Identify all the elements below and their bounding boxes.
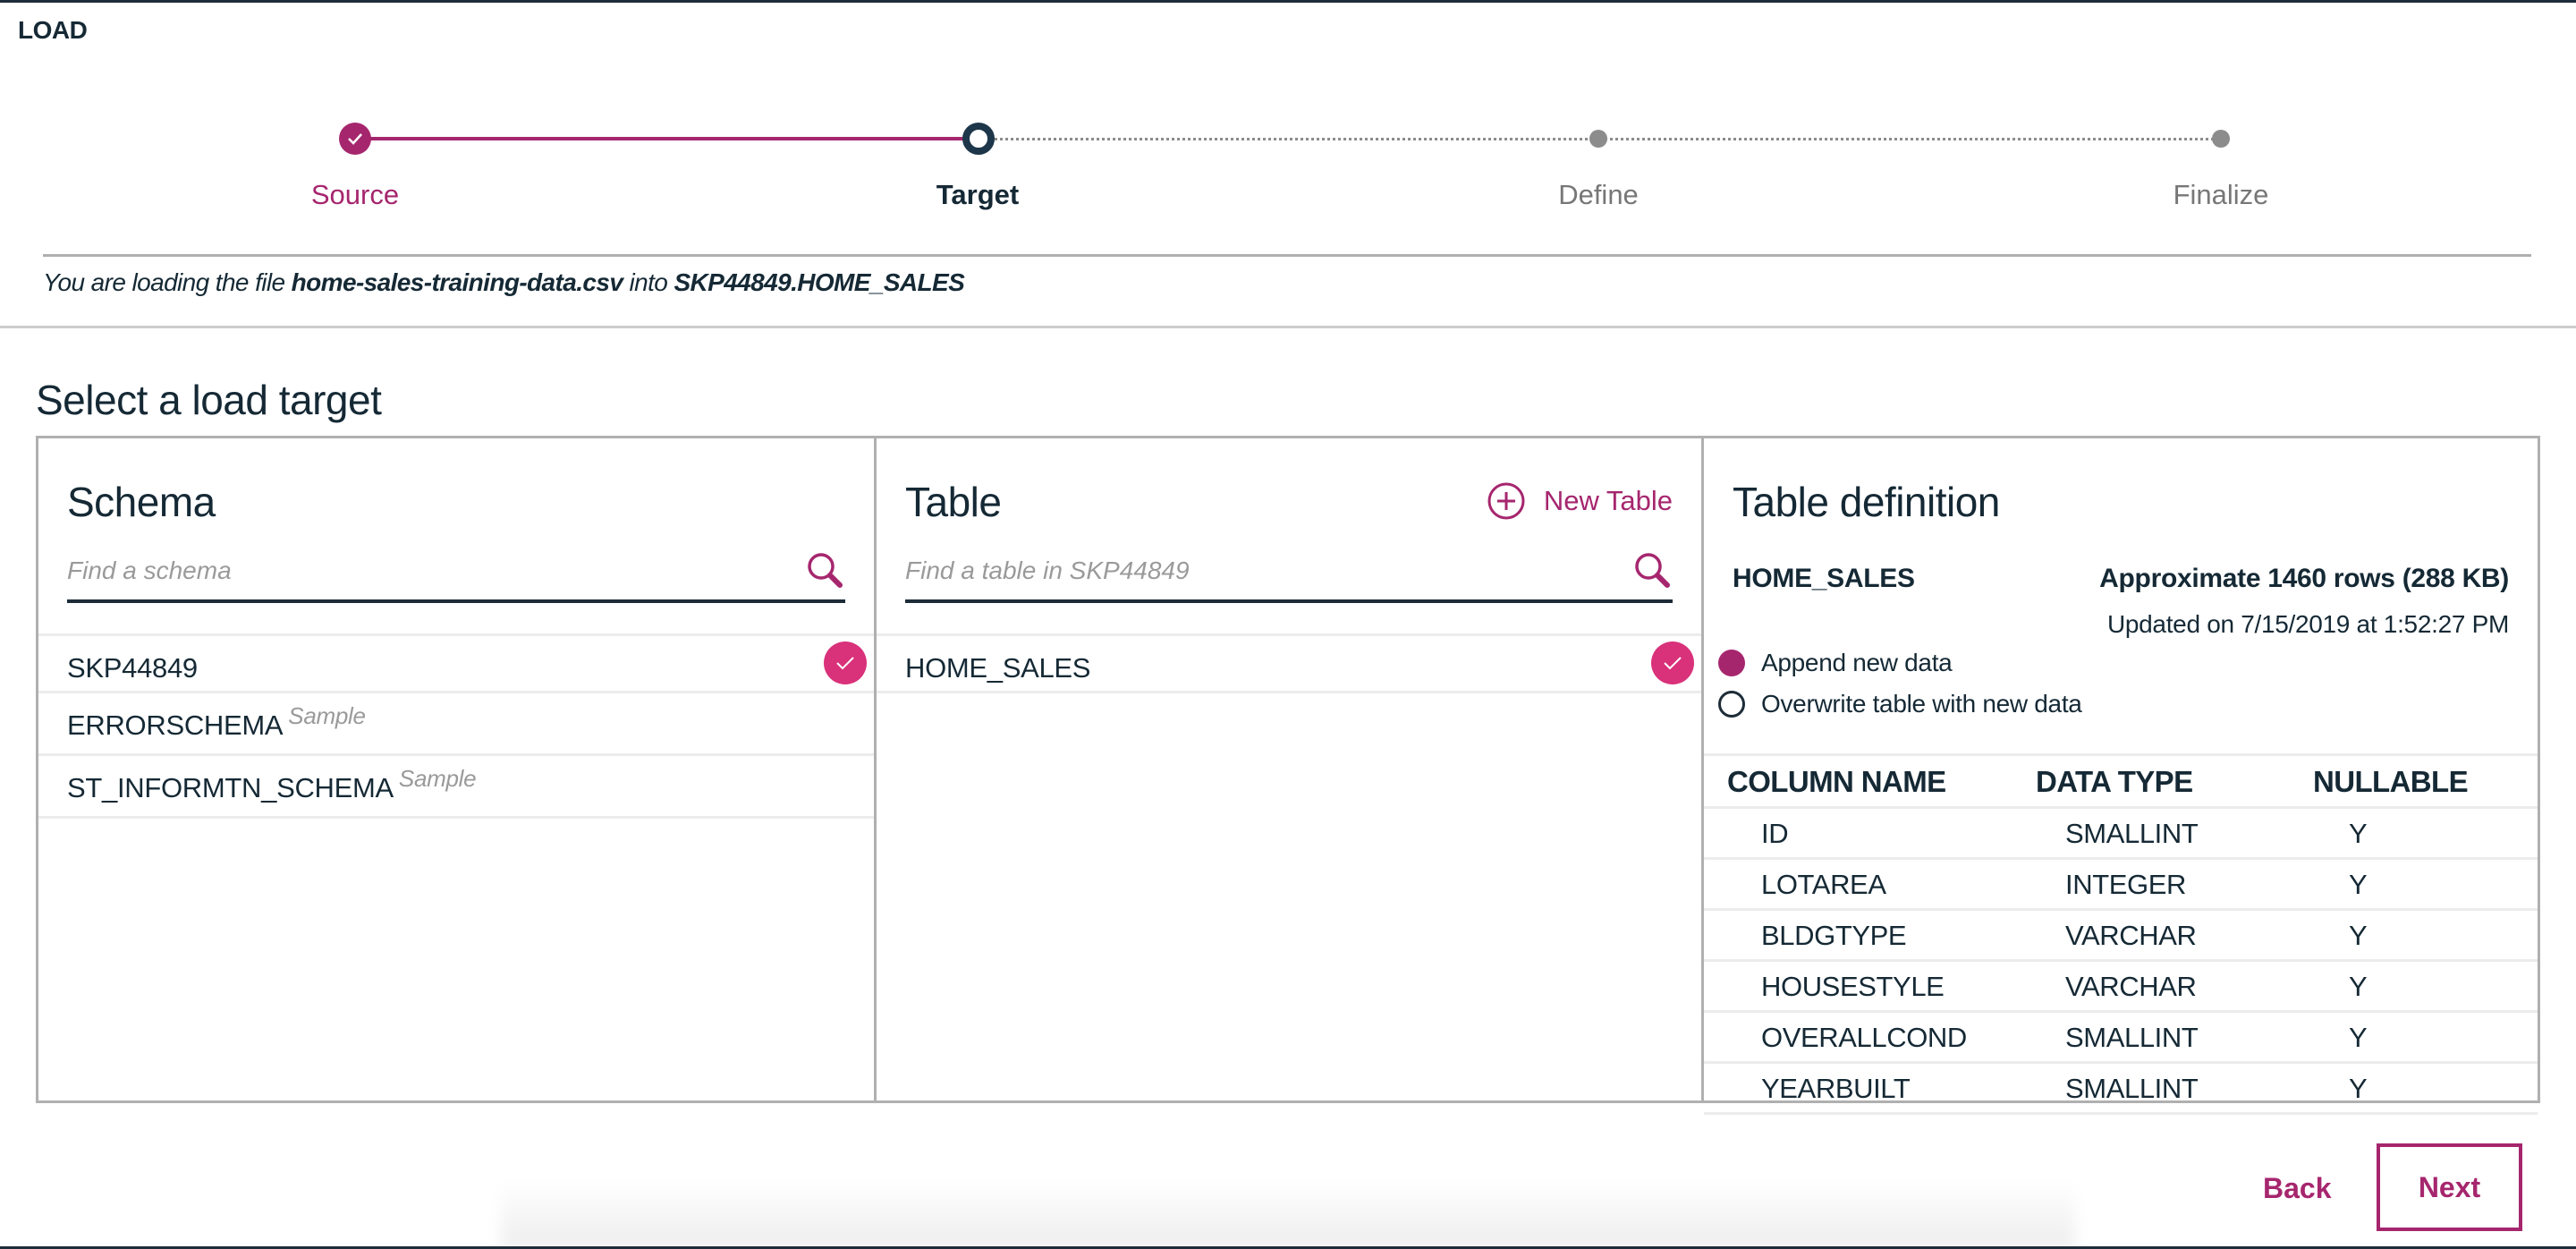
table-row: ID SMALLINT Y <box>1704 806 2538 857</box>
schema-list: SKP44849 ERRORSCHEMA Sample ST_INFORMTN_S… <box>38 633 874 819</box>
radio-unselected-icon <box>1718 691 1745 718</box>
schema-list-item[interactable]: SKP44849 <box>38 633 874 691</box>
new-table-label: New Table <box>1543 485 1673 516</box>
app-title: LOAD <box>18 16 88 44</box>
column-type: VARCHAR <box>2065 971 2197 1002</box>
column-type: SMALLINT <box>2065 818 2199 849</box>
table-search-input[interactable] <box>905 546 1581 596</box>
schema-search <box>67 546 845 603</box>
schema-list-item[interactable]: ERRORSCHEMA Sample <box>38 691 874 753</box>
column-nullable: Y <box>2349 1073 2368 1104</box>
table-panel: Table New Table HOME_SALES <box>877 438 1704 1100</box>
overwrite-data-label: Overwrite table with new data <box>1761 690 2082 718</box>
loading-file-name: home-sales-training-data.csv <box>291 268 623 296</box>
back-button[interactable]: Back <box>2263 1172 2332 1205</box>
step-target-current-icon <box>962 123 995 155</box>
table-row: BLDGTYPE VARCHAR Y <box>1704 908 2538 959</box>
header-column-name: COLUMN NAME <box>1727 765 1946 798</box>
column-name: ID <box>1761 818 1789 849</box>
header-data-type: DATA TYPE <box>2036 765 2193 798</box>
list-end-divider <box>877 691 1701 693</box>
definition-rows-info: Approximate 1460 rows (288 KB) <box>2099 564 2509 593</box>
overwrite-data-radio[interactable]: Overwrite table with new data <box>1718 690 2082 718</box>
divider <box>43 254 2531 257</box>
column-nullable: Y <box>2349 869 2368 900</box>
list-end-divider <box>1704 1112 2538 1115</box>
schema-name: SKP44849 <box>67 652 198 684</box>
section-title: Select a load target <box>36 377 382 423</box>
schema-list-item[interactable]: ST_INFORMTN_SCHEMA Sample <box>38 753 874 816</box>
table-search <box>905 546 1673 603</box>
column-type: SMALLINT <box>2065 1073 2199 1104</box>
step-finalize-label: Finalize <box>2173 179 2269 210</box>
table-name: HOME_SALES <box>905 652 1091 684</box>
table-panel-title: Table <box>905 479 1002 525</box>
radio-selected-icon <box>1718 650 1745 676</box>
column-nullable: Y <box>2349 920 2368 951</box>
next-button[interactable]: Next <box>2377 1143 2522 1231</box>
definition-table-name: HOME_SALES <box>1733 564 1915 593</box>
table-row: HOUSESTYLE VARCHAR Y <box>1704 959 2538 1010</box>
schema-name-wrap: ERRORSCHEMA Sample <box>67 702 366 742</box>
column-name: BLDGTYPE <box>1761 920 1907 951</box>
column-name: LOTAREA <box>1761 869 1886 900</box>
append-data-radio[interactable]: Append new data <box>1718 649 1953 677</box>
table-list: HOME_SALES <box>877 633 1701 693</box>
search-icon[interactable] <box>806 551 845 591</box>
table-definition-panel: Table definition HOME_SALES Approximate … <box>1704 438 2538 1115</box>
schema-name: ERRORSCHEMA <box>67 709 284 741</box>
loading-message-middle: into <box>623 268 674 296</box>
schema-name: ST_INFORMTN_SCHEMA <box>67 772 394 803</box>
header-nullable: NULLABLE <box>2313 765 2469 798</box>
schema-name-wrap: ST_INFORMTN_SCHEMA Sample <box>67 765 477 804</box>
step-source-complete-icon[interactable] <box>339 123 371 155</box>
divider <box>0 326 2576 328</box>
step-source-label[interactable]: Source <box>221 179 489 211</box>
schema-panel-title: Schema <box>67 479 216 525</box>
search-icon[interactable] <box>1633 551 1673 591</box>
step-target-label: Target <box>936 179 1020 210</box>
selected-check-icon <box>824 641 867 684</box>
step-finalize-upcoming-icon <box>2212 130 2230 148</box>
column-type: INTEGER <box>2065 869 2186 900</box>
column-nullable: Y <box>2349 1022 2368 1053</box>
definition-updated: Updated on 7/15/2019 at 1:52:27 PM <box>2106 610 2509 638</box>
checkmark-icon <box>348 133 362 145</box>
loading-message: You are loading the file home-sales-trai… <box>43 268 965 297</box>
column-type: SMALLINT <box>2065 1022 2199 1053</box>
window-top-edge <box>0 0 2576 3</box>
table-list-item[interactable]: HOME_SALES <box>877 633 1701 691</box>
load-target-panels: Schema SKP44849 ERRORSCHEMASample ST_INF… <box>36 436 2540 1115</box>
column-name: HOUSESTYLE <box>1761 971 1945 1002</box>
loading-target-name: SKP44849.HOME_SALES <box>674 268 965 296</box>
stepper-line-upcoming <box>978 138 1598 140</box>
list-end-divider <box>38 816 874 819</box>
step-define-upcoming-icon <box>1589 130 1607 148</box>
column-name: OVERALLCOND <box>1761 1022 1967 1053</box>
schema-panel: Schema SKP44849 ERRORSCHEMASample ST_INF… <box>38 438 877 1100</box>
table-row: YEARBUILT SMALLINT Y <box>1704 1061 2538 1112</box>
sample-tag: Sample <box>288 702 366 729</box>
table-row: OVERALLCOND SMALLINT Y <box>1704 1010 2538 1061</box>
add-circle-icon <box>1487 482 1525 520</box>
append-data-label: Append new data <box>1761 649 1953 676</box>
loading-message-prefix: You are loading the file <box>43 268 292 296</box>
columns-table: COLUMN NAME DATA TYPE NULLABLE ID SMALLI… <box>1704 753 2538 1115</box>
progress-stepper: Source Target Define Finalize <box>0 107 2576 215</box>
table-row: LOTAREA INTEGER Y <box>1704 857 2538 908</box>
column-type: VARCHAR <box>2065 920 2197 951</box>
column-nullable: Y <box>2349 818 2368 849</box>
new-table-button[interactable]: New Table <box>1487 481 1673 521</box>
step-define-label: Define <box>1558 179 1639 210</box>
sample-tag: Sample <box>398 765 477 792</box>
selected-check-icon <box>1651 641 1694 684</box>
stepper-line-upcoming <box>1598 138 2221 140</box>
stepper-line-complete <box>355 137 978 140</box>
definition-panel-title: Table definition <box>1733 479 2000 525</box>
schema-search-input[interactable] <box>67 546 752 596</box>
column-nullable: Y <box>2349 971 2368 1002</box>
column-name: YEARBUILT <box>1761 1073 1911 1104</box>
bottom-shadow <box>501 1181 2075 1249</box>
columns-table-header: COLUMN NAME DATA TYPE NULLABLE <box>1704 753 2538 806</box>
